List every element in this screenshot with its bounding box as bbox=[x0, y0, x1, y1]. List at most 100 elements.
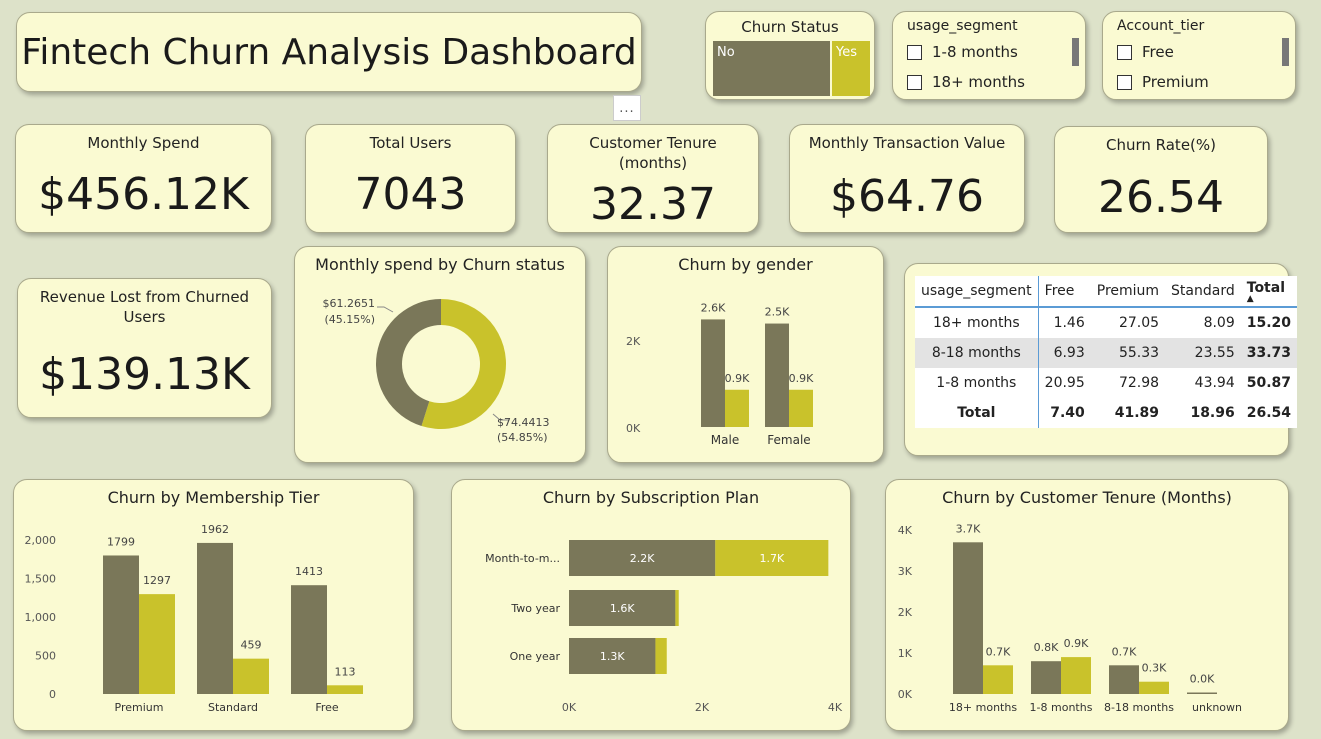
table-total-row: Total 7.40 41.89 18.96 26.54 bbox=[915, 398, 1298, 428]
column-header-total[interactable]: Total ▲ bbox=[1240, 276, 1298, 308]
donut-chart: $74.4413 (54.85%) $61.2651 (45.15%) bbox=[323, 297, 550, 444]
bar-18-months-no[interactable] bbox=[953, 542, 983, 694]
table-cell: 55.33 bbox=[1090, 338, 1166, 368]
y-tick-label: 1K bbox=[898, 647, 913, 660]
churn-status-slicer: Churn Status No Yes bbox=[705, 11, 875, 100]
table-cell: 15.20 bbox=[1240, 307, 1298, 338]
category-label: Two year bbox=[510, 602, 560, 615]
tile-label: No bbox=[717, 45, 735, 60]
bar-free-yes[interactable] bbox=[327, 685, 363, 694]
column-header[interactable]: usage_segment bbox=[915, 276, 1039, 308]
column-header[interactable]: Standard bbox=[1165, 276, 1241, 308]
kpi-label: Churn Rate(%) bbox=[1105, 136, 1217, 154]
churn-by-membership-card: Churn by Membership Tier 0 500 1,000 1,500 2… bbox=[13, 479, 414, 731]
checkbox[interactable] bbox=[907, 74, 922, 90]
column-header[interactable]: Premium bbox=[1090, 276, 1166, 308]
usage-segment-slicer: usage_segment 1-8 months 18+ months bbox=[892, 11, 1086, 100]
bar-standard-yes[interactable] bbox=[233, 658, 269, 694]
y-tick-label: 1,500 bbox=[25, 573, 57, 586]
table-cell: 41.89 bbox=[1090, 398, 1166, 428]
table-cell: 23.55 bbox=[1165, 338, 1241, 368]
data-label: $74.4413 bbox=[497, 416, 550, 429]
gender-chart: 0K 2K 2.6K 0.9K 2.5K 0.9K Male Female bbox=[626, 301, 814, 447]
bar-male-no[interactable] bbox=[701, 319, 725, 427]
tier-option-premium[interactable]: Premium bbox=[1117, 73, 1209, 91]
data-label: 1799 bbox=[107, 535, 135, 548]
kpi-value: 26.54 bbox=[1098, 172, 1224, 223]
table-cell: 1-8 months bbox=[915, 368, 1039, 398]
kpi-label: Revenue Lost from Churned Users bbox=[39, 288, 250, 326]
table-cell: 1.46 bbox=[1038, 307, 1091, 338]
x-tick-label: 2K bbox=[695, 701, 710, 714]
checkbox[interactable] bbox=[1117, 74, 1132, 90]
bar-1-8-months-yes[interactable] bbox=[1061, 657, 1091, 694]
table-cell: 8-18 months bbox=[915, 338, 1039, 368]
data-label: 0.9K bbox=[725, 372, 750, 385]
checkbox[interactable] bbox=[907, 44, 922, 60]
bar-premium-no[interactable] bbox=[103, 555, 139, 694]
kpi-revenue-lost: Revenue Lost from Churned Users $139.13K bbox=[17, 278, 272, 418]
x-tick-label: 4K bbox=[828, 701, 843, 714]
kpi-label: Total Users bbox=[369, 134, 452, 152]
usage-option-1-8[interactable]: 1-8 months bbox=[907, 43, 1018, 61]
usage-segment-matrix-card: usage_segment Free Premium Standard Tota… bbox=[904, 263, 1298, 456]
kpi-tenure: Customer Tenure (months) 32.37 bbox=[547, 124, 759, 233]
data-label: 0.9K bbox=[1064, 637, 1089, 650]
data-label: 0.0K bbox=[1190, 673, 1215, 686]
kpi-label: Monthly Spend bbox=[87, 134, 200, 152]
bar-1-8-months-no[interactable] bbox=[1031, 661, 1061, 694]
bar-male-yes[interactable] bbox=[725, 389, 749, 427]
data-label: 2.2K bbox=[630, 552, 655, 565]
scrollbar[interactable] bbox=[1072, 38, 1079, 66]
bar-one-year-yes[interactable] bbox=[655, 638, 667, 674]
customer-tenure-chart: 0K 1K 2K 3K 4K 3.7K 0.7K 18+ months 0.8K 0.9K 1-8 … bbox=[898, 522, 1242, 714]
column-header[interactable]: Free bbox=[1038, 276, 1091, 308]
churn-status-yes-tile[interactable]: Yes bbox=[832, 41, 870, 96]
category-label: unknown bbox=[1192, 701, 1242, 714]
bar-two-year-yes[interactable] bbox=[675, 590, 679, 626]
account-tier-slicer: Account_tier Free Premium bbox=[1102, 11, 1296, 100]
table-cell: 8.09 bbox=[1165, 307, 1241, 338]
bar-female-yes[interactable] bbox=[789, 389, 813, 427]
data-label: (45.15%) bbox=[324, 313, 375, 326]
y-tick-label: 4K bbox=[898, 524, 913, 537]
slicer-title: Churn Status bbox=[741, 18, 839, 36]
usage-option-18plus[interactable]: 18+ months bbox=[907, 73, 1025, 91]
y-tick-label: 2K bbox=[626, 335, 641, 348]
category-label: Free bbox=[315, 701, 339, 714]
kpi-value: 32.37 bbox=[590, 179, 716, 230]
y-tick-label: 2K bbox=[898, 606, 913, 619]
churn-by-gender-card: Churn by gender 0K 2K 2.6K 0.9K 2.5K 0.9… bbox=[607, 246, 884, 463]
bar-8-18-months-no[interactable] bbox=[1109, 665, 1139, 694]
churn-by-plan-card: Churn by Subscription Plan 0K 2K 4K Month-t… bbox=[451, 479, 851, 731]
category-label: Female bbox=[767, 433, 810, 447]
scrollbar[interactable] bbox=[1282, 38, 1289, 66]
table-row: 8-18 months 6.93 55.33 23.55 33.73 bbox=[915, 338, 1298, 368]
bar-free-no[interactable] bbox=[291, 585, 327, 694]
table-cell: 72.98 bbox=[1090, 368, 1166, 398]
bar-premium-yes[interactable] bbox=[139, 594, 175, 694]
y-tick-label: 0K bbox=[898, 688, 913, 701]
kpi-value: $64.76 bbox=[830, 171, 984, 222]
kpi-value: 7043 bbox=[354, 169, 467, 220]
subscription-plan-chart: 0K 2K 4K Month-to-m... 2.2K 1.7K Two year 1.6K O… bbox=[485, 540, 843, 714]
bar-8-18-months-yes[interactable] bbox=[1139, 681, 1169, 694]
data-label: 459 bbox=[241, 639, 262, 652]
slicer-title: Account_tier bbox=[1117, 18, 1205, 34]
tier-option-free[interactable]: Free bbox=[1117, 43, 1174, 61]
table-cell: 43.94 bbox=[1165, 368, 1241, 398]
churn-status-no-tile[interactable]: No bbox=[713, 41, 830, 96]
bar-standard-no[interactable] bbox=[197, 542, 233, 694]
more-options-button[interactable]: ... bbox=[613, 95, 641, 121]
data-label: 1.3K bbox=[600, 650, 625, 663]
option-label: Free bbox=[1142, 43, 1174, 61]
checkbox[interactable] bbox=[1117, 44, 1132, 60]
option-label: 1-8 months bbox=[932, 43, 1018, 61]
option-label: 18+ months bbox=[932, 73, 1025, 91]
bar-18-months-yes[interactable] bbox=[983, 665, 1013, 694]
data-label: 0.8K bbox=[1034, 641, 1059, 654]
category-label: One year bbox=[510, 650, 561, 663]
table-cell: 26.54 bbox=[1240, 398, 1298, 428]
bar-unknown-no[interactable] bbox=[1187, 692, 1217, 695]
bar-female-no[interactable] bbox=[765, 323, 789, 427]
